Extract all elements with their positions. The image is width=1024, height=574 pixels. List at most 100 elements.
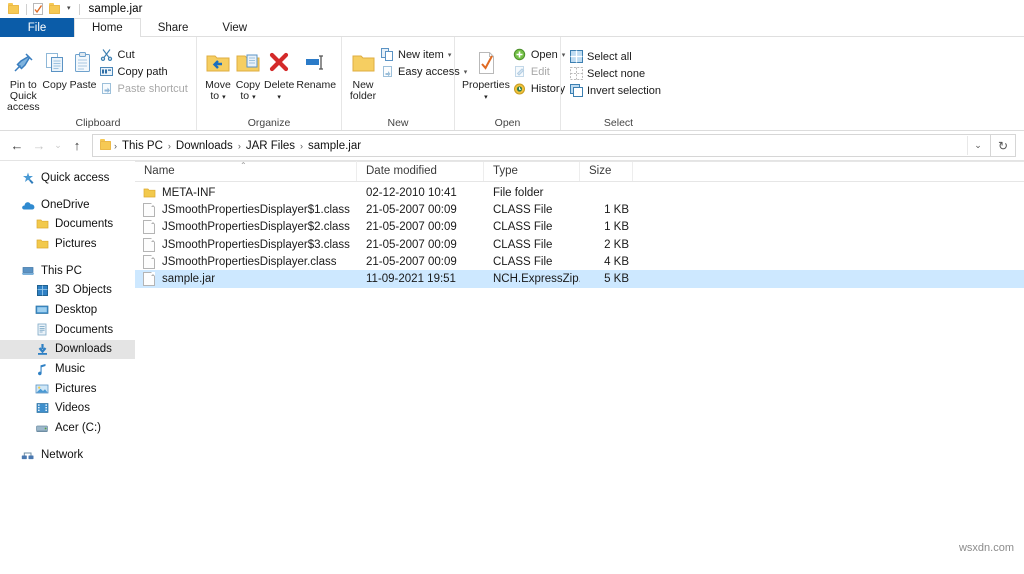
tab-file[interactable]: File xyxy=(0,18,74,37)
new-folder-icon xyxy=(349,46,377,79)
copy-to-icon xyxy=(234,46,262,79)
sidebar-item-downloads[interactable]: Downloads xyxy=(0,339,135,360)
tab-share[interactable]: Share xyxy=(141,18,206,37)
sidebar-item-label: Pictures xyxy=(55,382,97,395)
window-title: sample.jar xyxy=(88,3,143,15)
properties-check-icon[interactable] xyxy=(31,2,45,16)
file-type-cell: File folder xyxy=(493,186,544,199)
breadcrumb-this-pc[interactable]: This PC xyxy=(119,140,166,152)
sidebar-item-acer-c-drive[interactable]: Acer (C:) xyxy=(0,418,135,438)
edit-icon xyxy=(512,64,528,79)
recent-locations-button[interactable]: ⌄ xyxy=(50,135,66,157)
properties-icon xyxy=(473,46,499,79)
table-row[interactable]: JSmoothPropertiesDisplayer$2.class 21-05… xyxy=(135,219,1024,236)
copy-path-button[interactable]: Copy path xyxy=(98,63,192,80)
move-to-button[interactable]: Move to ▾ xyxy=(203,43,233,103)
refresh-button[interactable]: ↻ xyxy=(991,134,1016,157)
file-date-cell: 21-05-2007 00:09 xyxy=(366,203,457,216)
new-folder-button[interactable]: New folder xyxy=(348,43,378,102)
file-icon xyxy=(141,254,157,270)
select-all-button[interactable]: Select all xyxy=(567,48,665,65)
file-size-cell: 1 KB xyxy=(604,203,629,216)
invert-selection-button[interactable]: Invert selection xyxy=(567,82,665,99)
rename-label: Rename xyxy=(296,79,337,91)
paste-shortcut-button[interactable]: Paste shortcut xyxy=(98,80,192,97)
address-input[interactable]: › This PC › Downloads › JAR Files › samp… xyxy=(92,134,991,157)
pin-to-quick-access-button[interactable]: Pin to Quick access xyxy=(6,43,41,113)
sidebar-item-label: Documents xyxy=(55,323,114,336)
sidebar-item-onedrive-documents[interactable]: Documents xyxy=(0,214,135,234)
table-row[interactable]: JSmoothPropertiesDisplayer$3.class 21-05… xyxy=(135,236,1024,253)
move-to-text: Move to xyxy=(205,79,231,102)
sidebar-item-this-pc[interactable]: This PC xyxy=(0,261,135,281)
address-dropdown-icon[interactable]: ⌄ xyxy=(967,136,988,155)
sidebar-item-onedrive[interactable]: OneDrive xyxy=(0,195,135,215)
tab-home[interactable]: Home xyxy=(74,18,141,37)
back-button[interactable]: ← xyxy=(6,135,28,157)
up-button[interactable]: ↑ xyxy=(66,135,88,157)
properties-label: Properties ▾ xyxy=(462,80,510,103)
file-name-label: JSmoothPropertiesDisplayer$2.class xyxy=(162,221,350,234)
copy-to-button[interactable]: Copy to ▾ xyxy=(233,43,263,103)
select-none-label: Select none xyxy=(587,67,646,80)
sidebar-item-music[interactable]: Music xyxy=(0,359,135,379)
sidebar-item-onedrive-pictures[interactable]: Pictures xyxy=(0,234,135,254)
navigation-pane: Quick access OneDrive Documents Pictures xyxy=(0,161,135,574)
breadcrumb-jar-files[interactable]: JAR Files xyxy=(243,140,298,152)
copy-icon xyxy=(42,46,68,79)
folder-icon xyxy=(34,216,50,232)
paste-button[interactable]: Paste xyxy=(69,43,98,91)
open-label: Open xyxy=(530,48,558,61)
column-headers: Name ⌃ Date modified Type Size xyxy=(135,161,1024,182)
file-date-cell: 21-05-2007 00:09 xyxy=(366,238,457,251)
customize-quick-access-caret-icon[interactable]: ▾ xyxy=(63,2,75,16)
new-folder-icon[interactable] xyxy=(47,2,61,16)
chevron-down-icon: ▾ xyxy=(222,94,226,101)
sidebar-item-quick-access[interactable]: Quick access xyxy=(0,168,135,188)
sidebar-item-pictures[interactable]: Pictures xyxy=(0,379,135,399)
cut-button[interactable]: Cut xyxy=(98,46,192,63)
table-row[interactable]: sample.jar 11-09-2021 19:51 NCH.ExpressZ… xyxy=(135,270,1024,288)
edit-label: Edit xyxy=(530,65,550,78)
column-header-size[interactable]: Size xyxy=(580,161,633,181)
file-name-label: META-INF xyxy=(162,186,216,199)
file-size-cell: 4 KB xyxy=(604,255,629,268)
properties-button[interactable]: Properties ▾ xyxy=(461,43,511,103)
delete-button[interactable]: Delete ▾ xyxy=(263,43,295,103)
file-icon xyxy=(141,271,157,287)
column-header-type[interactable]: Type xyxy=(484,161,580,181)
sidebar-item-3d-objects[interactable]: 3D Objects xyxy=(0,280,135,300)
sidebar-item-documents[interactable]: Documents xyxy=(0,320,135,340)
breadcrumb-downloads[interactable]: Downloads xyxy=(173,140,236,152)
table-row[interactable]: JSmoothPropertiesDisplayer.class 21-05-2… xyxy=(135,253,1024,270)
sidebar-item-videos[interactable]: Videos xyxy=(0,399,135,419)
file-date-cell: 02-12-2010 10:41 xyxy=(366,186,457,199)
column-header-name-label: Name xyxy=(144,165,175,177)
address-bar: ← → ⌄ ↑ › This PC › Downloads › JAR File… xyxy=(0,131,1024,161)
breadcrumb-separator-icon: › xyxy=(114,140,117,151)
file-date-cell: 21-05-2007 00:09 xyxy=(366,221,457,234)
table-row[interactable]: META-INF 02-12-2010 10:41 File folder xyxy=(135,184,1024,201)
column-header-name[interactable]: Name ⌃ xyxy=(135,161,357,181)
sidebar-item-network[interactable]: Network xyxy=(0,445,135,465)
select-group-label: Select xyxy=(603,117,634,129)
network-icon xyxy=(20,447,36,463)
folder-icon[interactable] xyxy=(6,2,20,16)
folder-icon xyxy=(98,139,112,153)
tab-view[interactable]: View xyxy=(205,18,264,37)
column-header-date-modified[interactable]: Date modified xyxy=(357,161,484,181)
breadcrumb-sample-jar[interactable]: sample.jar xyxy=(305,140,364,152)
sidebar-item-label: OneDrive xyxy=(41,198,90,211)
sidebar-item-label: Videos xyxy=(55,402,90,415)
rename-button[interactable]: Rename xyxy=(295,43,337,91)
sidebar-item-label: Acer (C:) xyxy=(55,422,101,435)
ribbon-group-open: Properties ▾ Open ▾ Edit History Open xyxy=(454,37,565,130)
forward-button[interactable]: → xyxy=(28,135,50,157)
organize-group-label: Organize xyxy=(247,117,291,129)
sidebar-item-desktop[interactable]: Desktop xyxy=(0,300,135,320)
properties-text: Properties xyxy=(462,79,510,91)
table-row[interactable]: JSmoothPropertiesDisplayer$1.class 21-05… xyxy=(135,201,1024,218)
copy-button[interactable]: Copy xyxy=(41,43,69,91)
select-none-button[interactable]: Select none xyxy=(567,65,665,82)
quick-access-star-icon xyxy=(20,170,36,186)
